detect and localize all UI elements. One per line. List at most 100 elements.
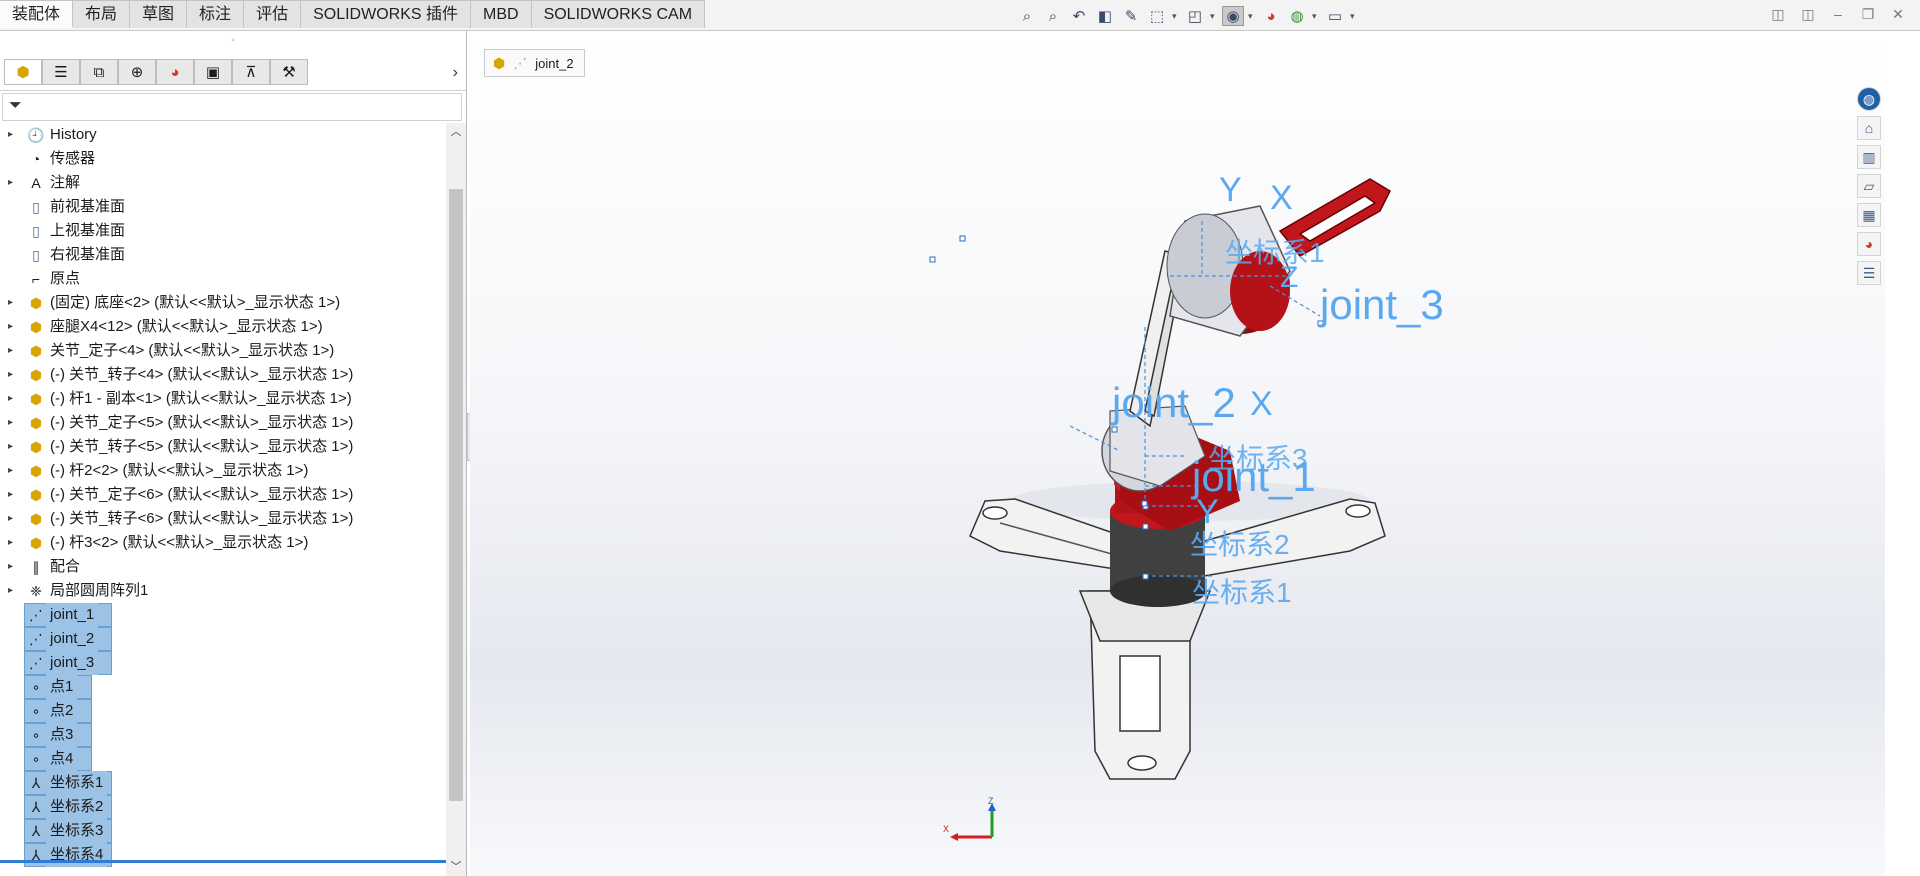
- tree-item-label: joint_2: [46, 627, 99, 651]
- edit-appearance-icon[interactable]: ◕: [1260, 6, 1282, 26]
- tree-filter[interactable]: ⏷: [2, 93, 462, 121]
- chevron-right-icon[interactable]: ›: [453, 64, 458, 82]
- tree-item-label: joint_1: [46, 603, 99, 627]
- expand-arrow-icon[interactable]: ▸: [8, 411, 20, 435]
- view-orientation-icon[interactable]: ⬚: [1146, 6, 1168, 26]
- tab-addins[interactable]: SOLIDWORKS 插件: [301, 0, 471, 28]
- chevron-down-icon[interactable]: ▾: [1312, 11, 1320, 22]
- tree-scrollbar[interactable]: ︿ ﹀: [446, 123, 466, 876]
- tab-assembly[interactable]: 装配体: [0, 0, 74, 28]
- rollback-bar[interactable]: [0, 860, 446, 863]
- cam-operation-tree-tab[interactable]: ⊼: [232, 59, 270, 85]
- home-icon[interactable]: ⌂: [1857, 116, 1881, 140]
- joint-3-housing: [1166, 205, 1291, 337]
- file-explorer-icon[interactable]: ▱: [1857, 174, 1881, 198]
- plane-icon: ▯: [32, 199, 40, 215]
- expand-arrow-icon[interactable]: ▸: [8, 507, 20, 531]
- solidworks-resources-icon[interactable]: ◍: [1857, 87, 1881, 111]
- cam-tool-tree-tab[interactable]: ⚒: [270, 59, 308, 85]
- tab-markup[interactable]: 标注: [187, 0, 245, 28]
- point-icon: ∘: [26, 749, 46, 769]
- tab-layout[interactable]: 布局: [73, 0, 131, 28]
- part-icon: ⬢: [29, 439, 43, 455]
- expand-arrow-icon[interactable]: ▸: [8, 339, 20, 363]
- expand-arrow-icon[interactable]: ▸: [8, 459, 20, 483]
- label-joint-3: joint_3: [1320, 281, 1444, 328]
- chevron-down-icon[interactable]: ▾: [1210, 11, 1218, 22]
- zoom-to-area-icon[interactable]: ⌕: [1042, 6, 1064, 26]
- expand-arrow-icon[interactable]: ▸: [8, 363, 20, 387]
- display-style-icon[interactable]: ◰: [1184, 6, 1206, 26]
- label-x-top: X: [1270, 179, 1293, 217]
- view-palette-icon[interactable]: ▦: [1857, 203, 1881, 227]
- view-settings-icon[interactable]: ▭: [1324, 6, 1346, 26]
- configuration-manager-tab[interactable]: ⧉: [80, 59, 118, 85]
- command-tabs: 装配体 布局 草图 标注 评估 SOLIDWORKS 插件 MBD SOLIDW…: [0, 0, 706, 30]
- restore-icon[interactable]: ❐: [1860, 6, 1876, 23]
- tree-item-label: (-) 关节_转子<4> (默认<<默认>_显示状态 1>): [50, 366, 354, 383]
- dynamic-annotation-icon[interactable]: ✎: [1120, 6, 1142, 26]
- previous-view-icon[interactable]: ↶: [1068, 6, 1090, 26]
- point-icon: ∘: [26, 677, 46, 697]
- axis-icon: ⋰: [26, 653, 46, 673]
- zoom-to-fit-icon[interactable]: ⌕: [1016, 6, 1038, 26]
- tab-evaluate[interactable]: 评估: [244, 0, 302, 28]
- feature-tree: ▸ 🕘 History ◔ 传感器 ▸ A 注解 ▯ 前视基准面 ▯ 上视基准面 ▯ 右视基准面 ⌐ 原点 ▸ ⬢…: [0, 123, 446, 873]
- property-manager-tab[interactable]: ☰: [42, 59, 80, 85]
- tab-cam[interactable]: SOLIDWORKS CAM: [531, 0, 706, 28]
- robot-arm-model[interactable]: [470, 31, 1885, 876]
- tree-item-label: 原点: [50, 270, 81, 287]
- expand-arrow-icon[interactable]: ▸: [8, 531, 20, 555]
- close-icon[interactable]: ✕: [1890, 6, 1906, 23]
- expand-arrow-icon[interactable]: ▸: [8, 291, 20, 315]
- point-icon: ∘: [26, 725, 46, 745]
- minimize-icon[interactable]: –: [1830, 6, 1846, 23]
- sensor-icon: ◔: [31, 151, 41, 167]
- tab-mbd[interactable]: MBD: [471, 0, 532, 28]
- axis-icon: ⋰: [26, 605, 46, 625]
- collapse-left-icon[interactable]: ◫: [1770, 6, 1786, 23]
- apply-scene-icon[interactable]: ◍: [1286, 6, 1308, 26]
- chevron-up-icon[interactable]: ︿: [446, 123, 466, 141]
- part-icon: ⬢: [29, 511, 43, 527]
- annotation-icon: A: [31, 175, 41, 191]
- cam-feature-tree-tab[interactable]: ▣: [194, 59, 232, 85]
- tab-sketch[interactable]: 草图: [130, 0, 188, 28]
- label-cs1: 坐标系1: [1192, 577, 1292, 608]
- feature-manager-tab[interactable]: ⬢: [4, 59, 42, 85]
- dimxpert-manager-tab[interactable]: ⊕: [118, 59, 156, 85]
- design-library-icon[interactable]: ▥: [1857, 145, 1881, 169]
- tree-item-label: 上视基准面: [50, 222, 126, 239]
- chevron-down-icon[interactable]: ▾: [1350, 11, 1358, 22]
- expand-arrow-icon[interactable]: ▸: [8, 555, 20, 579]
- tree-item-label: 注解: [50, 174, 81, 191]
- tree-item-label: 点2: [46, 699, 78, 723]
- chevron-down-icon[interactable]: ﹀: [446, 858, 466, 876]
- hide-show-items-icon[interactable]: ◉: [1222, 6, 1244, 26]
- expand-arrow-icon[interactable]: ▸: [8, 171, 20, 195]
- expand-arrow-icon[interactable]: ▸: [8, 483, 20, 507]
- collapse-right-icon[interactable]: ◫: [1800, 6, 1816, 23]
- filter-icon[interactable]: ⏷: [9, 97, 22, 115]
- section-view-icon[interactable]: ◧: [1094, 6, 1116, 26]
- window-controls: ◫ ◫ – ❐ ✕: [1770, 6, 1906, 23]
- appearances-icon[interactable]: ◕: [1857, 232, 1881, 256]
- label-cs2: 坐标系2: [1190, 529, 1290, 560]
- panel-grip[interactable]: ◦: [0, 31, 466, 51]
- manager-tabs: ⬢ ☰ ⧉ ⊕ ◕ ▣ ⊼ ⚒ ›: [0, 56, 466, 91]
- scrollbar-thumb[interactable]: [449, 189, 463, 801]
- feature-manager-panel: ◦ ⬢ ☰ ⧉ ⊕ ◕ ▣ ⊼ ⚒ › ⏷ ▸ 🕘 History ◔ 传感器 ▸ A 注解 ▯…: [0, 31, 467, 876]
- expand-arrow-icon[interactable]: ▸: [8, 123, 20, 147]
- label-cs-top: 坐标系1: [1225, 237, 1325, 268]
- expand-arrow-icon[interactable]: ▸: [8, 435, 20, 459]
- chevron-down-icon[interactable]: ▾: [1172, 11, 1180, 22]
- graphics-area[interactable]: ⬢ ⋰ joint_2 Y X 坐标系1 Z joint_3 joint_2 X…: [470, 31, 1885, 876]
- chevron-down-icon[interactable]: ▾: [1248, 11, 1256, 22]
- tree-item-label: 关节_定子<4> (默认<<默认>_显示状态 1>): [50, 342, 335, 359]
- tree-item-label: 点1: [46, 675, 78, 699]
- display-manager-tab[interactable]: ◕: [156, 59, 194, 85]
- expand-arrow-icon[interactable]: ▸: [8, 315, 20, 339]
- custom-properties-icon[interactable]: ☰: [1857, 261, 1881, 285]
- expand-arrow-icon[interactable]: ▸: [8, 579, 20, 603]
- expand-arrow-icon[interactable]: ▸: [8, 387, 20, 411]
